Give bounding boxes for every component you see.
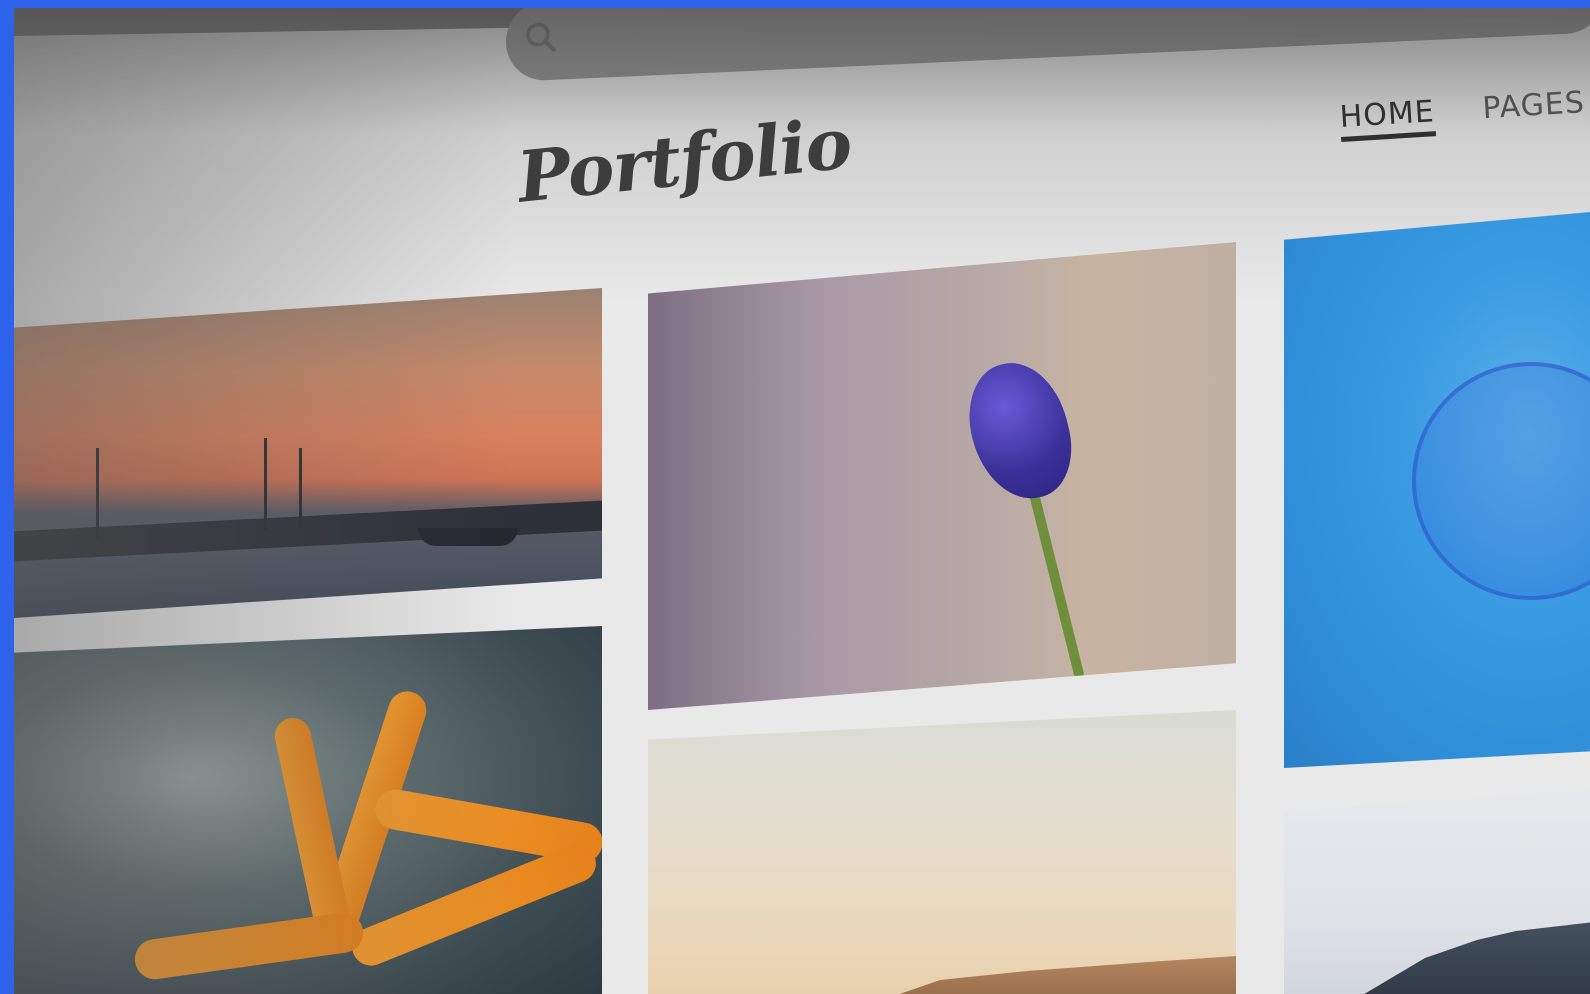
boat-hull <box>418 528 518 546</box>
browser-viewport: Portfolio HOME PAGES <box>14 8 1590 994</box>
starfish-arm <box>271 714 353 938</box>
boat-mast <box>96 448 99 538</box>
search-icon[interactable] <box>524 20 558 56</box>
starfish-arm <box>132 910 366 982</box>
nav-item-home[interactable]: HOME <box>1338 94 1437 142</box>
flower-bloom <box>956 352 1084 510</box>
town-buildings <box>888 956 1236 994</box>
main-nav: HOME PAGES <box>1338 85 1587 142</box>
mountain-ridge <box>1334 922 1590 994</box>
jellyfish-shape <box>1412 362 1590 600</box>
frame-left <box>0 0 14 994</box>
gallery-tile-snowy-mountain[interactable] <box>1284 790 1590 994</box>
gallery-tile-coastal-town[interactable] <box>648 710 1236 994</box>
boat-mast <box>264 438 267 530</box>
gallery-tile-hyacinth[interactable] <box>648 242 1236 710</box>
starfish-arm <box>346 838 602 972</box>
nav-item-pages[interactable]: PAGES <box>1481 85 1586 133</box>
gallery-tile-jellyfish[interactable] <box>1284 212 1590 768</box>
boat-mast <box>299 448 302 528</box>
frame-top <box>0 0 1590 8</box>
gallery-tile-sunset[interactable] <box>14 288 602 618</box>
search-input[interactable] <box>506 8 1590 83</box>
site-logo[interactable]: Portfolio <box>514 101 855 218</box>
gallery-tile-starfish[interactable] <box>14 626 602 994</box>
